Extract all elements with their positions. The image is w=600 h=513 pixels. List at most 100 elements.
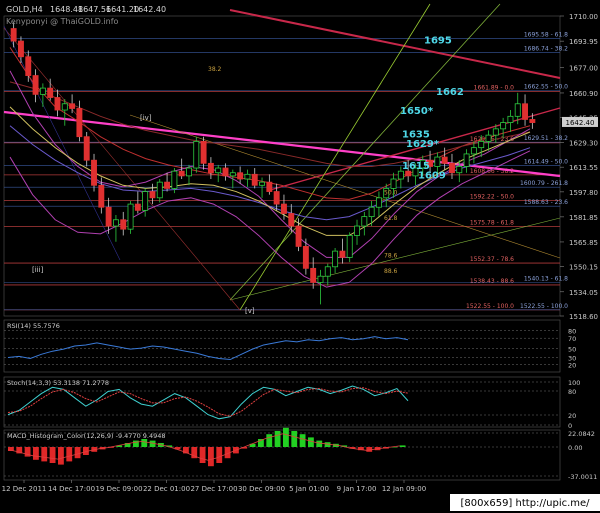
candle-body	[397, 170, 404, 180]
fib-projection-label: 1588.63 - 23.6	[524, 199, 568, 206]
fib-projection-label: 1600.79 - 261.8	[520, 180, 568, 187]
candle-body	[346, 235, 353, 258]
candle-body	[105, 206, 112, 227]
macd-histogram-bar	[74, 447, 81, 459]
macd-histogram-bar	[299, 434, 306, 447]
macd-histogram-bar	[291, 431, 298, 447]
candle-body	[500, 122, 507, 130]
ohlc-close: 1642.40	[133, 5, 166, 14]
candle-body	[295, 225, 302, 247]
wave-label-iv: [iv]	[140, 114, 152, 122]
fib-projection-label: 1695.58 - 61.8	[524, 32, 568, 39]
fan-label: 38.2	[208, 66, 222, 73]
stoch-level-label: 80	[568, 388, 576, 396]
watermark: Kenyponyi @ ThaiGOLD.info	[6, 17, 119, 26]
x-tick-label: 30 Dec 09:00	[238, 485, 285, 493]
y-tick-label: 1660.90	[569, 90, 598, 98]
y-tick-label: 1534.05	[569, 289, 598, 297]
fib-retracement-label: 1592.22 - 50.0	[470, 194, 514, 201]
y-tick-label: 1710.00	[569, 13, 598, 21]
candle-body	[332, 250, 339, 268]
candle-body	[273, 191, 280, 205]
macd-histogram-bar	[316, 440, 323, 447]
fan-label: 61.8	[384, 215, 398, 222]
candle-body	[492, 128, 499, 136]
candle-body	[361, 216, 368, 227]
candle-body	[354, 225, 360, 236]
y-tick-label: 1581.85	[569, 214, 598, 222]
candle-body	[47, 87, 54, 98]
stoch-level-label: 20	[568, 412, 576, 420]
y-tick-label: 1693.95	[569, 38, 598, 46]
macd-histogram-bar	[266, 434, 273, 447]
footer-caption: [800x659] http://upic.me/	[460, 498, 590, 509]
x-tick-label: 14 Dec 17:00	[48, 485, 95, 493]
macd-histogram-bar	[283, 427, 289, 447]
candle-body	[32, 75, 39, 95]
candle-body	[25, 56, 32, 76]
candle-body	[485, 134, 492, 142]
candle-body	[244, 173, 251, 180]
candle-body	[339, 250, 346, 258]
candle-body	[156, 181, 163, 199]
x-tick-label: 5 Jan 01:00	[289, 485, 329, 493]
y-tick-label: 1629.30	[569, 139, 598, 147]
candle-body	[529, 119, 536, 123]
macd-histogram-bar	[33, 447, 39, 460]
macd-histogram-bar	[49, 447, 56, 463]
fib-projection-label: 1522.55 - 100.0	[520, 303, 568, 310]
level-tag: 1662	[436, 87, 464, 98]
candle-body	[237, 172, 244, 180]
wave-label-v: [v]	[245, 307, 255, 315]
candle-body	[302, 246, 309, 269]
candle-body	[98, 184, 105, 208]
level-tag: 1609	[418, 170, 446, 181]
x-tick-label: 12 Jan 09:00	[382, 485, 426, 493]
candle-body	[54, 97, 61, 111]
fib-projection-label: 1540.13 - 61.8	[524, 275, 568, 282]
x-tick-label: 27 Dec 17:00	[190, 485, 237, 493]
y-tick-label: 1565.85	[569, 239, 598, 247]
macd-histogram-bar	[199, 447, 206, 463]
candle-body	[281, 203, 287, 214]
fib-retracement-label: 1575.78 - 61.8	[470, 219, 514, 226]
rsi-level-label: 70	[568, 335, 576, 343]
candle-body	[83, 136, 90, 161]
candle-body	[390, 178, 397, 189]
candle-body	[61, 103, 68, 111]
candle-body	[134, 203, 141, 211]
fib-projection-label: 1629.51 - 38.2	[524, 135, 568, 142]
macd-histogram-bar	[399, 445, 406, 447]
candle-body	[164, 181, 171, 189]
macd-histogram-bar	[41, 447, 48, 462]
candle-body	[449, 162, 455, 174]
rsi-level-label: 20	[568, 362, 576, 370]
candle-body	[222, 167, 229, 177]
x-tick-label: 9 Jan 17:00	[337, 485, 377, 493]
candle-body	[76, 108, 83, 138]
y-tick-label: 1677.00	[569, 65, 598, 73]
fan-label: 78.6	[384, 252, 398, 259]
candle-body	[478, 140, 485, 149]
candle-body	[375, 197, 382, 208]
fan-label: 88.6	[384, 268, 398, 275]
candle-body	[207, 162, 214, 174]
macd-histogram-bar	[58, 447, 64, 465]
y-tick-label: 1550.15	[569, 264, 598, 272]
macd-histogram-bar	[66, 447, 73, 462]
candle-body	[470, 147, 477, 155]
current-price-label: 1642.40	[566, 119, 595, 127]
level-tag: 1695	[424, 36, 452, 47]
candle-body	[215, 167, 222, 174]
macd-histogram-bar	[216, 447, 223, 463]
stoch-level-label: 0	[568, 422, 572, 430]
candle-body	[463, 153, 470, 167]
chart-canvas: 1661.89 - 0.01629.05 - 23.61608.66 - 38.…	[0, 0, 600, 513]
candle-body	[324, 266, 331, 277]
candle-body	[120, 219, 127, 230]
candle-body	[69, 103, 76, 109]
fan-label: 50.0	[384, 190, 398, 197]
candle-body	[186, 167, 192, 177]
rsi-label: RSI(14) 55.7576	[7, 322, 60, 330]
candle-body	[456, 166, 463, 174]
